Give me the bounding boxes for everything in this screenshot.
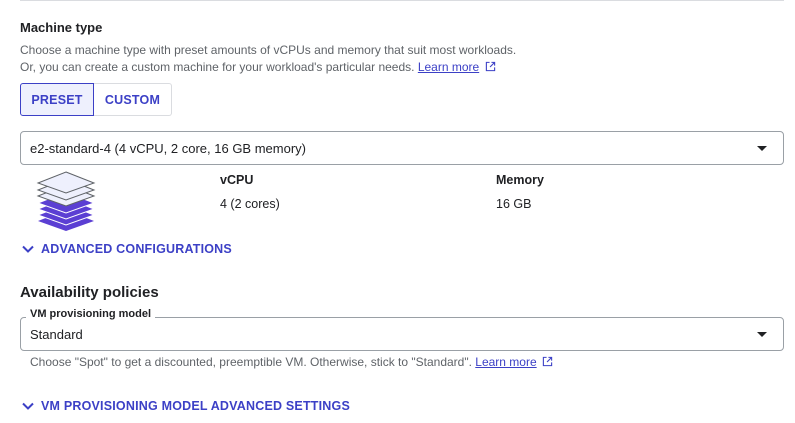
provisioning-hint: Choose "Spot" to get a discounted, preem… — [30, 355, 553, 369]
custom-tab[interactable]: CUSTOM — [94, 83, 172, 116]
availability-policies-title: Availability policies — [20, 284, 159, 301]
machine-type-learn-more-link[interactable]: Learn more — [418, 60, 479, 74]
machine-type-description-text: Or, you can create a custom machine for … — [20, 60, 415, 74]
vcpu-value: 4 (2 cores) — [220, 197, 280, 211]
advanced-configurations-button[interactable]: ADVANCED CONFIGURATIONS — [20, 241, 232, 257]
top-divider — [20, 0, 784, 1]
machine-type-title: Machine type — [20, 20, 103, 35]
machine-type-toggle-group: PRESET CUSTOM — [20, 83, 172, 116]
vm-provisioning-model-label: VM provisioning model — [26, 308, 156, 320]
dropdown-arrow-icon — [757, 331, 767, 337]
machine-type-description-line1: Choose a machine type with preset amount… — [20, 43, 517, 57]
memory-value: 16 GB — [496, 197, 532, 211]
machine-type-select-value: e2-standard-4 (4 vCPU, 2 core, 16 GB mem… — [30, 140, 306, 156]
machine-stack-icon — [36, 171, 96, 231]
memory-label: Memory — [496, 173, 544, 187]
advanced-configurations-label: ADVANCED CONFIGURATIONS — [41, 242, 232, 256]
vm-provisioning-advanced-settings-label: VM PROVISIONING MODEL ADVANCED SETTINGS — [41, 399, 350, 413]
vm-provisioning-advanced-settings-button[interactable]: VM PROVISIONING MODEL ADVANCED SETTINGS — [20, 398, 350, 414]
vm-provisioning-model-value: Standard — [30, 326, 83, 342]
external-link-icon — [485, 61, 495, 72]
machine-type-description-line2: Or, you can create a custom machine for … — [20, 59, 496, 75]
chevron-down-icon — [22, 245, 34, 253]
vm-provisioning-model-select[interactable]: Standard — [20, 317, 784, 351]
dropdown-arrow-icon — [757, 145, 767, 151]
machine-type-select[interactable]: e2-standard-4 (4 vCPU, 2 core, 16 GB mem… — [20, 131, 784, 165]
preset-tab[interactable]: PRESET — [20, 83, 94, 116]
chevron-down-icon — [22, 402, 34, 410]
external-link-icon — [542, 356, 553, 367]
provisioning-learn-more-link[interactable]: Learn more — [475, 355, 536, 369]
vcpu-label: vCPU — [220, 173, 254, 187]
provisioning-hint-text: Choose "Spot" to get a discounted, preem… — [30, 355, 472, 369]
